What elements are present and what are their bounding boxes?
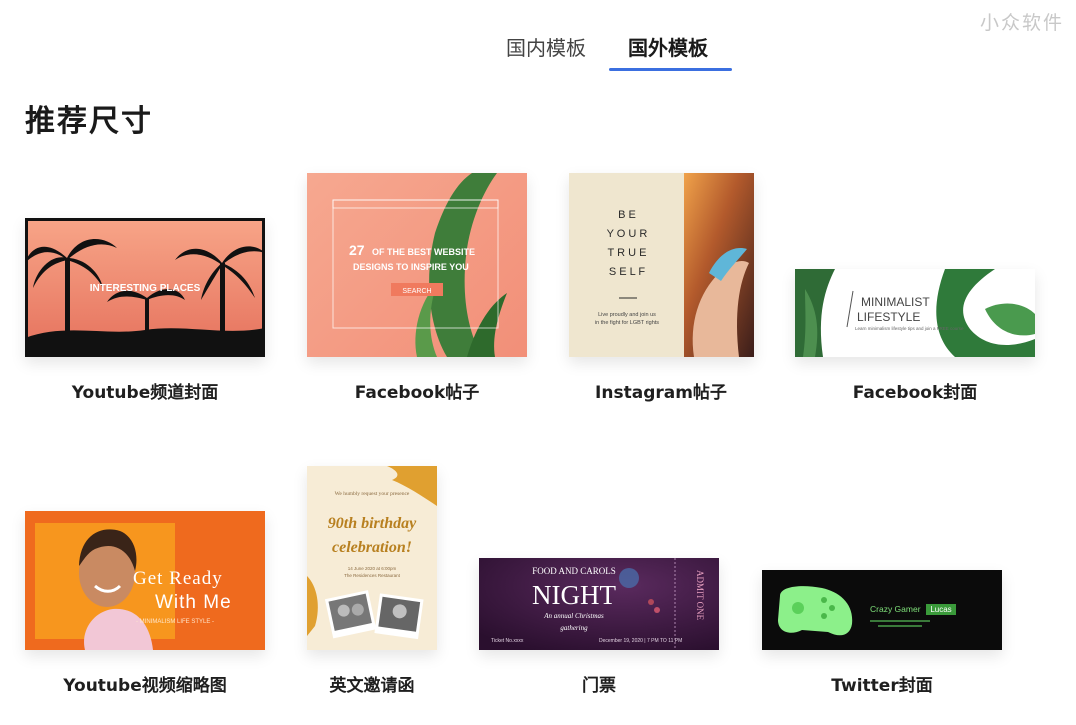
crazy-gamer-thumbnail: Crazy Gamer Lucas — [762, 570, 1002, 650]
thumb-yt-line2: With Me — [155, 592, 232, 613]
thumb-ticket-title: NIGHT — [532, 580, 616, 610]
active-tab-indicator — [609, 68, 732, 71]
thumb-ig-word-4: S E L F — [609, 266, 646, 278]
minimalist-lifestyle-thumbnail: MINIMALIST LIFESTYLE Learn minimalism li… — [795, 269, 1035, 357]
label-facebook-post[interactable]: Facebook帖子 — [297, 378, 537, 403]
label-instagram-post[interactable]: Instagram帖子 — [541, 378, 781, 403]
thumb-fb-number: 27 — [349, 242, 365, 258]
thumb-ig-word-2: Y O U R — [607, 228, 648, 240]
label-ticket[interactable]: 门票 — [479, 671, 719, 696]
template-card-ticket[interactable]: FOOD AND CAROLS NIGHT An annual Christma… — [479, 558, 719, 650]
label-facebook-cover[interactable]: Facebook封面 — [795, 378, 1035, 403]
thumb-youtube-title: INTERESTING PLACES — [90, 283, 201, 294]
label-invitation[interactable]: 英文邀请函 — [252, 671, 492, 696]
thumb-fbcover-subtitle: Learn minimalism lifestyle tips and join… — [855, 326, 964, 331]
thumb-ig-caption-1: Live proudly and join us — [598, 312, 656, 318]
thumb-fb-line1: 27 — [349, 242, 365, 258]
thumb-invite-title2: celebration! — [332, 539, 412, 556]
tab-foreign-templates[interactable]: 国外模板 — [628, 32, 708, 61]
website-designs-thumbnail: 27 OF THE BEST WEBSITE DESIGNS TO INSPIR… — [332, 173, 507, 357]
thumb-fb-line2: DESIGNS TO INSPIRE YOU — [353, 262, 469, 272]
thumb-fb-button: SEARCH — [402, 288, 431, 295]
thumb-twitter-text: Crazy Gamer — [870, 604, 921, 614]
thumb-invite-top: We humbly request your presence — [335, 491, 410, 497]
thumb-ticket-sub1: An annual Christmas — [543, 612, 604, 620]
watermark-logo: 小众软件 — [979, 12, 1064, 34]
label-twitter-cover[interactable]: Twitter封面 — [762, 671, 1002, 696]
section-title: 推荐尺寸 — [25, 104, 153, 139]
template-tabs: 国内模板 国外模板 — [488, 28, 748, 72]
thumb-ticket-top: FOOD AND CAROLS — [532, 566, 616, 576]
tab-domestic-templates[interactable]: 国内模板 — [506, 32, 586, 61]
food-and-carols-ticket-thumbnail: FOOD AND CAROLS NIGHT An annual Christma… — [479, 558, 719, 650]
template-card-facebook-cover[interactable]: MINIMALIST LIFESTYLE Learn minimalism li… — [795, 269, 1035, 357]
birthday-invitation-thumbnail: We humbly request your presence 90th bir… — [307, 466, 437, 640]
label-youtube-channel-cover[interactable]: Youtube频道封面 — [25, 378, 265, 403]
template-card-invitation[interactable]: We humbly request your presence 90th bir… — [307, 466, 437, 650]
thumb-fbcover-title1: MINIMALIST — [861, 295, 930, 309]
thumb-fb-line1-text: OF THE BEST WEBSITE — [372, 247, 475, 257]
label-youtube-video-thumbnail[interactable]: Youtube视频缩略图 — [25, 671, 265, 696]
thumb-ig-word-3: T R U E — [608, 247, 647, 259]
thumb-twitter-badge: Lucas — [930, 605, 951, 614]
thumb-ig-caption-2: in the fight for LGBT rights — [595, 320, 659, 326]
thumb-fbcover-title2: LIFESTYLE — [857, 310, 920, 324]
thumb-ticket-date: December 19, 2020 | 7 PM TO 11 PM — [599, 638, 682, 644]
thumb-ticket-sub2: gathering — [560, 624, 588, 632]
be-your-true-self-thumbnail: B E Y O U R T R U E S E L F Live proudly… — [595, 173, 754, 357]
thumb-invite-info1: 14 June 2020 at 6:00pm — [348, 566, 397, 571]
thumb-ticket-number: Ticket No.xxxx — [491, 638, 524, 644]
thumb-ticket-side: ADMIT ONE — [695, 570, 705, 621]
thumb-yt-line1: Get Ready — [133, 568, 223, 589]
get-ready-thumbnail: Get Ready With Me - MINIMALISM LIFE STYL… — [35, 523, 232, 650]
template-card-youtube-channel-cover[interactable]: INTERESTING PLACES — [25, 218, 265, 357]
template-card-twitter-cover[interactable]: Crazy Gamer Lucas — [762, 570, 1002, 650]
thumb-yt-caption: - MINIMALISM LIFE STYLE - — [136, 619, 214, 625]
palm-sunset-thumbnail: INTERESTING PLACES — [25, 221, 265, 357]
template-card-facebook-post[interactable]: 27 OF THE BEST WEBSITE DESIGNS TO INSPIR… — [307, 173, 527, 357]
template-card-youtube-thumbnail[interactable]: Get Ready With Me - MINIMALISM LIFE STYL… — [25, 511, 265, 650]
thumb-ig-word-1: B E — [618, 209, 636, 221]
template-card-instagram-post[interactable]: B E Y O U R T R U E S E L F Live proudly… — [569, 173, 754, 357]
thumb-invite-title1: 90th birthday — [328, 515, 417, 532]
thumb-invite-info2: The Residences Restaurant — [344, 573, 401, 578]
